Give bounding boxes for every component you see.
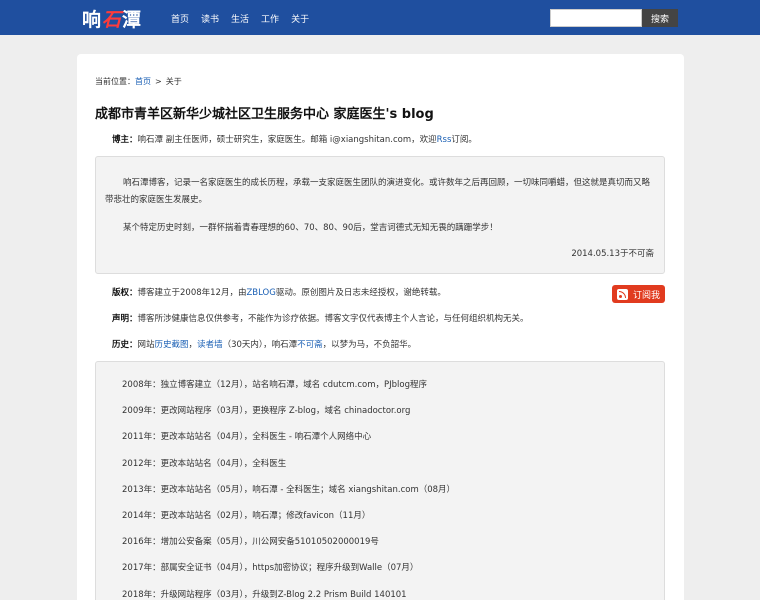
timeline-item: 2016年：增加公安备案（05月），川公网安备51010502000019号 <box>122 537 379 548</box>
breadcrumb-home-link[interactable]: 首页 <box>135 77 151 86</box>
content-card: 当前位置：首页 > 关于 成都市青羊区新华少城社区卫生服务中心 家庭医生's blo… <box>77 54 684 600</box>
timeline-box: 2008年：独立博客建立（12月），站名响石潭，域名 cdutcm.com，PJ… <box>95 361 665 600</box>
zblog-link[interactable]: ZBLOG <box>246 288 275 298</box>
main-nav: 首页 读书 生活 工作 关于 <box>171 12 321 25</box>
copyright-line: 版权：博客建立于2008年12月，由ZBLOG驱动。原创图片及日志未经授权，谢绝… <box>112 286 446 298</box>
page-title: 成都市青羊区新华少城社区卫生服务中心 家庭医生's blog <box>95 107 434 122</box>
history-comma: ， <box>188 340 198 350</box>
top-navbar: 响石潭 首页 读书 生活 工作 关于 搜索 <box>0 0 760 35</box>
owner-text-after: 订阅。 <box>451 135 477 145</box>
intro-paragraph-2: 某个特定历史时刻，一群怀揣着青春理想的60、70、80、90后，堂吉诃德式无知无… <box>123 223 498 233</box>
history-text-1: 网站 <box>137 340 155 350</box>
nav-life[interactable]: 生活 <box>231 12 249 25</box>
copyright-label: 版权： <box>112 288 138 298</box>
subscribe-button[interactable]: 订阅我 <box>612 285 665 303</box>
history-text-3: ，以梦为马，不负韶华。 <box>322 340 417 350</box>
owner-label: 博主： <box>112 135 138 145</box>
site-logo[interactable]: 响石潭 <box>82 6 142 31</box>
nav-reading[interactable]: 读书 <box>201 12 219 25</box>
history-line: 历史：网站历史截图，读者墙（30天内），响石潭不可斋，以梦为马，不负韶华。 <box>112 338 416 350</box>
logo-char-1: 响 <box>82 8 102 31</box>
owner-line: 博主：响石潭 副主任医师，硕士研究生，家庭医生。邮箱 i@xiangshitan… <box>112 133 477 145</box>
nav-work[interactable]: 工作 <box>261 12 279 25</box>
timeline-list: 2008年：独立博客建立（12月），站名响石潭，域名 cdutcm.com，PJ… <box>122 379 455 600</box>
intro-paragraph-1: 响石潭博客，记录一名家庭医生的成长历程，承载一支家庭医生团队的演进变化。或许数年… <box>105 178 651 205</box>
timeline-item: 2008年：独立博客建立（12月），站名响石潭，域名 cdutcm.com，PJ… <box>122 380 427 390</box>
rss-link[interactable]: Rss <box>437 135 452 145</box>
breadcrumb-prefix: 当前位置： <box>95 77 135 86</box>
history-label: 历史： <box>112 340 138 350</box>
intro-box: 响石潭博客，记录一名家庭医生的成长历程，承载一支家庭医生团队的演进变化。或许数年… <box>95 156 665 274</box>
bukezhai-link[interactable]: 不可斋 <box>297 340 323 350</box>
statement-text: 博客所涉健康信息仅供参考，不能作为诊疗依据。博客文字仅代表博主个人言论，与任何组… <box>137 314 529 324</box>
nav-about[interactable]: 关于 <box>291 12 309 25</box>
breadcrumb-separator: > <box>155 77 162 86</box>
timeline-item: 2011年：更改本站站名（04月），全科医生 - 响石潭个人网络中心 <box>122 432 372 443</box>
nav-home[interactable]: 首页 <box>171 12 189 25</box>
statement-line: 声明：博客所涉健康信息仅供参考，不能作为诊疗依据。博客文字仅代表博主个人言论，与… <box>112 312 529 324</box>
timeline-item: 2018年：升级网站程序（03月），升级到Z-Blog 2.2 Prism Bu… <box>122 589 407 600</box>
copyright-text-after: 驱动。原创图片及日志未经授权，谢绝转载。 <box>275 288 446 298</box>
history-text-2: （30天内），响石潭 <box>222 340 298 350</box>
subscribe-label: 订阅我 <box>632 290 660 301</box>
intro-signature: 2014.05.13于不可斋 <box>571 249 654 259</box>
breadcrumb: 当前位置：首页 > 关于 <box>95 76 182 87</box>
timeline-item: 2012年：更改本站站名（04月），全科医生 <box>122 458 287 469</box>
logo-char-2: 石 <box>102 8 122 31</box>
breadcrumb-current: 关于 <box>165 77 182 86</box>
reader-wall-link[interactable]: 读者墙 <box>197 340 223 350</box>
owner-text: 响石潭 副主任医师，硕士研究生，家庭医生。邮箱 i@xiangshitan.co… <box>137 135 437 145</box>
logo-char-3: 潭 <box>122 8 142 31</box>
rss-icon <box>616 288 628 300</box>
timeline-item: 2017年：部属安全证书（04月），https加密协议；程序升级到Walle（0… <box>122 563 419 574</box>
timeline-item: 2013年：更改本站站名（05月），响石潭 - 全科医生；域名 xiangshi… <box>122 484 456 495</box>
search-button[interactable]: 搜索 <box>642 9 678 27</box>
statement-label: 声明： <box>112 314 138 324</box>
history-screenshot-link[interactable]: 历史截图 <box>155 340 189 350</box>
copyright-text: 博客建立于2008年12月，由 <box>137 288 247 298</box>
timeline-item: 2014年：更改本站站名（02月），响石潭；修改favicon（11月） <box>122 510 371 521</box>
timeline-item: 2009年：更改网站程序（03月），更换程序 Z-blog，域名 chinado… <box>122 406 411 417</box>
search-input[interactable] <box>550 9 642 27</box>
